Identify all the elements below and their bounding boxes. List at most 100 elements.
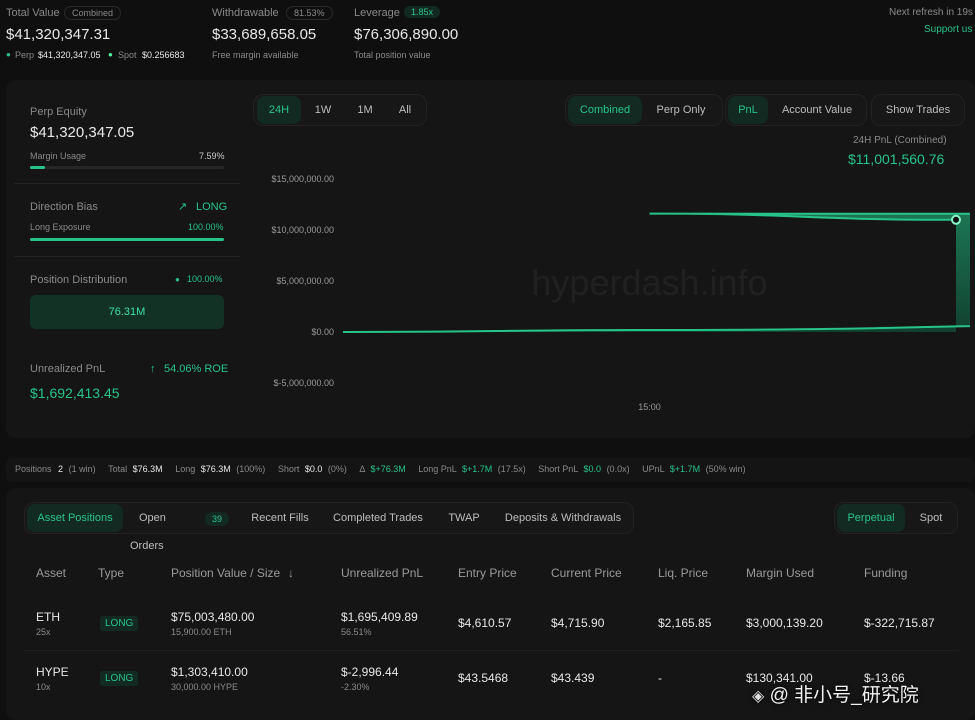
summary-short-pnl-label: Short PnL — [538, 464, 578, 474]
perp-value: $41,320,347.05 — [38, 50, 101, 60]
tab-spot[interactable]: Spot — [907, 504, 955, 532]
col-margin-used[interactable]: Margin Used — [746, 566, 814, 580]
range-1w-button[interactable]: 1W — [303, 96, 343, 124]
summary-delta-value: $+76.3M — [370, 464, 406, 474]
diamond-logo-icon: ◈ — [752, 688, 765, 705]
row-leverage: 25x — [36, 627, 51, 637]
y-tick-label: $10,000,000.00 — [271, 225, 334, 235]
row-liq-price: $2,165.85 — [658, 616, 712, 630]
arrow-up-icon: ↑ — [150, 363, 156, 375]
col-position-value[interactable]: Position Value / Size — [171, 566, 280, 580]
support-link[interactable]: Support us — [924, 24, 972, 35]
pnl-chart: hyperdash.info $15,000,000.00 $10,000,000… — [271, 174, 970, 412]
row-liq-price: - — [658, 671, 662, 685]
col-entry-price[interactable]: Entry Price — [458, 566, 517, 580]
sort-down-icon[interactable]: ↓ — [288, 566, 294, 580]
chart-title: 24H PnL (Combined) — [853, 135, 947, 146]
x-axis: 15:0017:0019:0021:0023:0001:0003:0005:00… — [638, 402, 661, 412]
long-exposure-label: Long Exposure — [30, 222, 91, 232]
unrealized-pnl-label: Unrealized PnL — [30, 363, 106, 375]
row-unrealized-pnl: $1,695,409.89 — [341, 610, 418, 624]
summary-long-label: Long — [175, 464, 196, 474]
tab-deposits-withdrawals[interactable]: Deposits & Withdrawals — [498, 504, 628, 532]
row-entry-price: $4,610.57 — [458, 616, 512, 630]
col-current-price[interactable]: Current Price — [551, 566, 622, 580]
open-orders-count-badge: 39 — [205, 512, 230, 526]
summary-positions-count: 2 — [58, 464, 64, 474]
long-exposure-bar — [30, 238, 224, 241]
y-tick-label: $15,000,000.00 — [271, 174, 334, 184]
perp-label: Perp — [15, 50, 35, 60]
range-24h-button[interactable]: 24H — [257, 96, 301, 124]
row-current-price: $4,715.90 — [551, 616, 605, 630]
metric-pnl-button[interactable]: PnL — [728, 96, 768, 124]
row-position-size: 30,000.00 HYPE — [171, 682, 239, 692]
footer-watermark: ◈ @ 非小号_研究院 — [752, 680, 919, 707]
margin-usage-value: 7.59% — [199, 151, 225, 161]
total-value-label: Total Value — [6, 7, 60, 19]
y-tick-label: $0.00 — [311, 327, 334, 337]
summary-delta-label: Δ — [359, 464, 365, 474]
summary-long-pct: (100%) — [236, 464, 266, 474]
summary-long-pnl-value: $+1.7M — [461, 464, 493, 474]
total-value-badge: Combined — [64, 6, 122, 20]
spot-label: Spot — [118, 50, 137, 60]
position-dist-bar[interactable]: 76.31M — [30, 295, 224, 329]
summary-short-label: Short — [277, 464, 300, 474]
divider — [14, 183, 240, 184]
range-1m-button[interactable]: 1M — [345, 96, 385, 124]
position-dist-value: 100.00% — [187, 274, 223, 284]
col-liq-price[interactable]: Liq. Price — [658, 566, 708, 580]
col-type[interactable]: Type — [98, 566, 124, 580]
margin-usage-fill — [30, 166, 45, 169]
tab-twap[interactable]: TWAP — [440, 504, 488, 532]
unrealized-pnl-value: $1,692,413.45 — [30, 385, 120, 401]
summary-total-value: $76.3M — [132, 464, 163, 474]
unrealized-roe: 54.06% ROE — [164, 363, 229, 375]
summary-long-value: $76.3M — [200, 464, 231, 474]
summary-row: Positions 2 (1 win) Total $76.3M Long $7… — [15, 464, 746, 474]
pnl-endpoint[interactable] — [951, 214, 961, 225]
summary-positions-label: Positions — [15, 464, 52, 474]
metric-account-value-button[interactable]: Account Value — [770, 96, 864, 124]
spot-dot-icon: ● — [108, 50, 113, 59]
direction-bias-label: Direction Bias — [30, 201, 98, 213]
total-value: $41,320,347.31 — [6, 26, 111, 43]
long-exposure-value: 100.00% — [188, 222, 224, 232]
row-funding: $-322,715.87 — [864, 616, 935, 630]
col-asset[interactable]: Asset — [36, 566, 66, 580]
tab-completed-trades[interactable]: Completed Trades — [326, 504, 430, 532]
x-tick-label: 15:00 — [638, 402, 661, 412]
tab-open-orders[interactable]: Open Orders — [130, 504, 200, 552]
summary-total-label: Total — [108, 464, 128, 474]
range-all-button[interactable]: All — [387, 96, 423, 124]
row-position-value: $1,303,410.00 — [171, 665, 248, 679]
perp-equity-value: $41,320,347.05 — [30, 124, 135, 141]
row-type-badge: LONG — [100, 616, 139, 631]
row-current-price: $43.439 — [551, 671, 595, 685]
perp-equity-label: Perp Equity — [30, 106, 87, 118]
summary-upnl-value: $+1.7M — [669, 464, 701, 474]
row-asset: HYPE — [36, 665, 69, 679]
col-funding[interactable]: Funding — [864, 566, 907, 580]
mode-perp-only-button[interactable]: Perp Only — [644, 96, 718, 124]
perp-dot-icon: ● — [6, 50, 11, 59]
row-position-size: 15,900.00 ETH — [171, 627, 232, 637]
summary-upnl-sub: (50% win) — [705, 464, 746, 474]
position-dist-label: Position Distribution — [30, 274, 128, 286]
row-leverage: 10x — [36, 682, 51, 692]
tab-perpetual[interactable]: Perpetual — [837, 504, 905, 532]
footer-watermark-text: @ 非小号_研究院 — [769, 685, 919, 706]
summary-upnl-label: UPnL — [642, 464, 665, 474]
y-tick-label: $-5,000,000.00 — [273, 378, 334, 388]
show-trades-button[interactable]: Show Trades — [874, 96, 962, 124]
col-unrealized-pnl[interactable]: Unrealized PnL — [341, 566, 423, 580]
summary-short-pnl-sub: (0.0x) — [606, 464, 630, 474]
row-margin-used: $3,000,139.20 — [746, 616, 823, 630]
tab-asset-positions[interactable]: Asset Positions — [27, 504, 123, 532]
tab-recent-fills[interactable]: Recent Fills — [244, 504, 316, 532]
mode-combined-button[interactable]: Combined — [568, 96, 642, 124]
row-divider — [24, 650, 959, 651]
summary-short-pct: (0%) — [327, 464, 347, 474]
summary-positions-win: (1 win) — [68, 464, 96, 474]
